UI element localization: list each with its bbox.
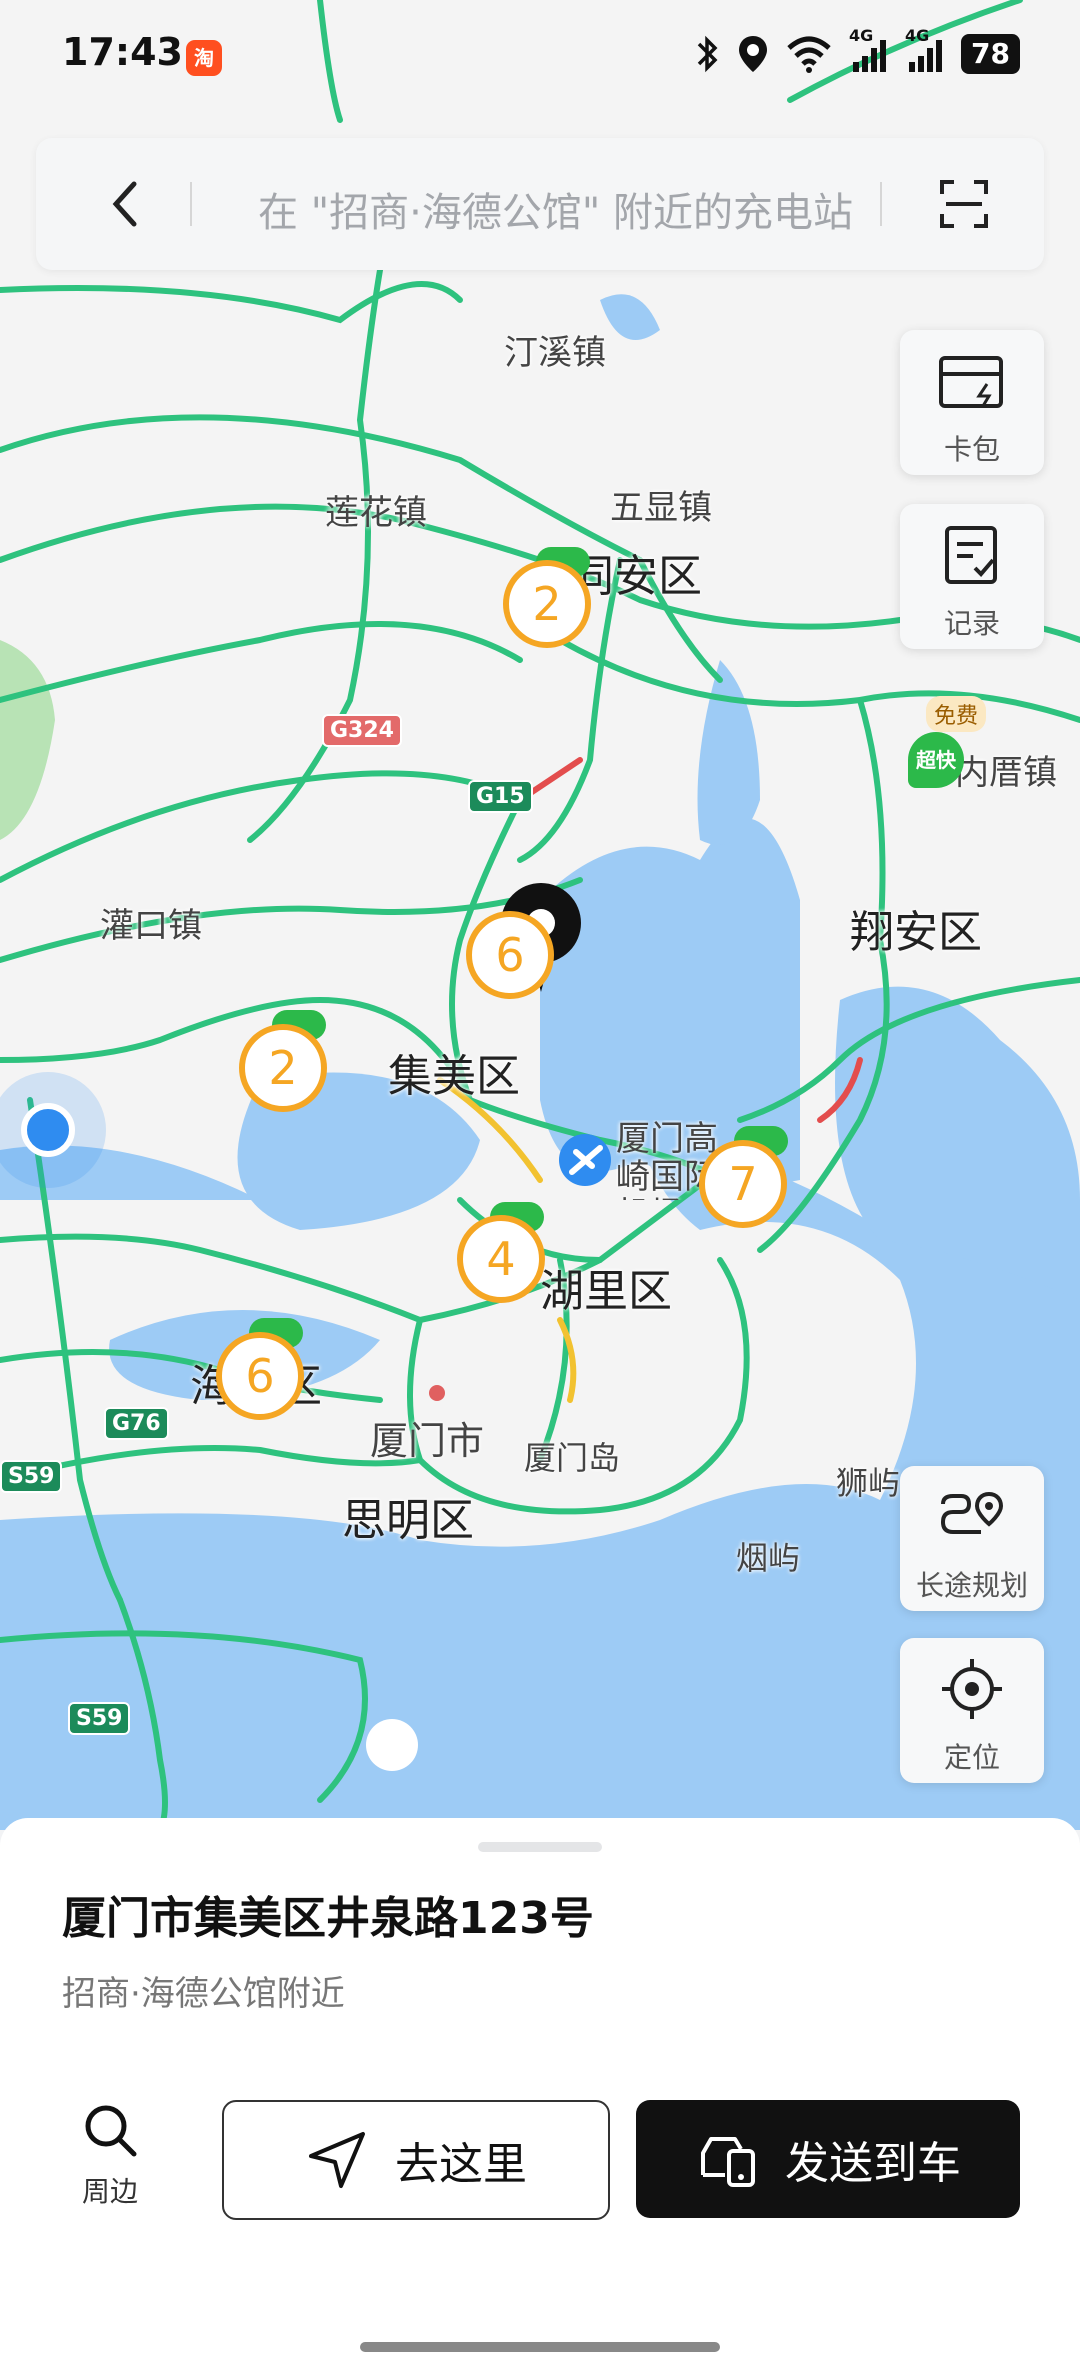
current-location-dot[interactable] <box>21 1103 75 1157</box>
road-shield-s59-south: S59 <box>68 1702 131 1735</box>
route-planning-icon <box>940 1491 1004 1534</box>
road-shield-s59-west: S59 <box>0 1460 63 1493</box>
map-label-lianhua: 莲花镇 <box>325 493 427 533</box>
address-title: 厦门市集美区井泉路123号 <box>62 1893 594 1944</box>
map-label-tingxi: 汀溪镇 <box>504 333 606 373</box>
map-label-xiangan: 翔安区 <box>850 907 982 958</box>
station-cluster-jimei-north[interactable]: 6 <box>466 911 554 999</box>
map-label-xiamen-city: 厦门市 <box>370 1419 485 1463</box>
map-label-siming: 思明区 <box>342 1495 474 1546</box>
card-pack-icon <box>939 356 1003 408</box>
map-label-wuxian: 五显镇 <box>610 488 712 528</box>
station-cluster-airport[interactable]: 7 <box>699 1140 787 1228</box>
wifi-icon <box>785 34 833 74</box>
go-here-button[interactable]: 去这里 <box>222 2100 610 2220</box>
station-cluster-tongan[interactable]: 2 <box>503 560 591 648</box>
send-to-car-icon <box>701 2137 755 2187</box>
battery-icon: 78 <box>961 34 1020 74</box>
card-pack-label: 卡包 <box>943 433 1000 466</box>
location-detail-sheet[interactable]: 厦门市集美区井泉路123号 招商·海德公馆附近 周边 去这里 发送到车 <box>0 1818 1080 2376</box>
search-divider-left <box>190 182 192 226</box>
map-label-shiyu: 狮屿 <box>836 1464 901 1502</box>
locate-icon <box>942 1659 1002 1719</box>
scan-icon <box>940 180 988 228</box>
city-center-dot <box>429 1385 445 1401</box>
status-icons: 4G 4G 78 <box>693 26 1020 74</box>
signal-icon: 4G <box>905 26 945 74</box>
send-to-car-button[interactable]: 发送到车 <box>636 2100 1020 2218</box>
records-icon <box>945 526 997 584</box>
status-time: 17:43 <box>62 30 183 74</box>
card-pack-button[interactable]: 卡包 <box>900 330 1044 475</box>
station-cluster-haicang[interactable]: 6 <box>216 1332 304 1420</box>
map-label-xiamen-island: 厦门岛 <box>524 1439 621 1477</box>
road-shield-g324: G324 <box>322 714 402 747</box>
super-fast-label: 超快 <box>908 732 964 788</box>
map-label-jimei: 集美区 <box>388 1051 520 1102</box>
status-bar: 17:43 淘 4G 4G 78 <box>0 0 1080 120</box>
scan-button[interactable] <box>934 174 994 234</box>
records-label: 记录 <box>943 607 1000 640</box>
search-bar[interactable]: 在 "招商·海德公馆" 附近的充电站 <box>36 138 1044 270</box>
search-divider-right <box>880 182 882 226</box>
address-subtitle: 招商·海德公馆附近 <box>62 1974 345 2014</box>
location-icon <box>737 34 769 74</box>
station-cluster-huli-west[interactable]: 4 <box>457 1215 545 1303</box>
islet <box>366 1719 418 1771</box>
map-label-yanyu: 烟屿 <box>736 1539 801 1577</box>
station-cluster-jimei-west[interactable]: 2 <box>239 1024 327 1112</box>
signal-icon: 4G <box>849 26 889 74</box>
sheet-grabber[interactable] <box>478 1842 602 1852</box>
station-pin-neicuo[interactable]: 免费 超快 <box>900 696 996 796</box>
send-to-car-label: 发送到车 <box>785 2138 961 2189</box>
map-label-huli: 湖里区 <box>540 1266 672 1317</box>
search-icon <box>85 2105 137 2157</box>
nearby-button[interactable]: 周边 <box>70 2100 150 2210</box>
back-button[interactable] <box>96 174 156 234</box>
records-button[interactable]: 记录 <box>900 504 1044 649</box>
network-type-label: 4G <box>905 26 930 45</box>
locate-button[interactable]: 定位 <box>900 1638 1044 1783</box>
free-badge: 免费 <box>926 696 987 732</box>
bluetooth-icon <box>693 34 721 74</box>
nearby-label: 周边 <box>81 2175 138 2208</box>
map-label-guankou: 灌口镇 <box>100 906 202 946</box>
taobao-notification-icon: 淘 <box>186 40 222 76</box>
navigate-arrow-icon <box>309 2132 365 2188</box>
search-input[interactable]: 在 "招商·海德公馆" 附近的充电站 <box>258 180 853 238</box>
go-here-label: 去这里 <box>395 2139 527 2190</box>
route-planning-button[interactable]: 长途规划 <box>900 1466 1044 1611</box>
home-indicator[interactable] <box>360 2342 720 2352</box>
route-planning-label: 长途规划 <box>915 1569 1028 1602</box>
network-type-label: 4G <box>849 26 874 45</box>
airport-icon[interactable] <box>559 1134 611 1186</box>
locate-label: 定位 <box>943 1741 1000 1774</box>
back-arrow-icon <box>112 181 137 227</box>
road-shield-g76: G76 <box>104 1407 169 1440</box>
road-shield-g15: G15 <box>468 780 533 813</box>
